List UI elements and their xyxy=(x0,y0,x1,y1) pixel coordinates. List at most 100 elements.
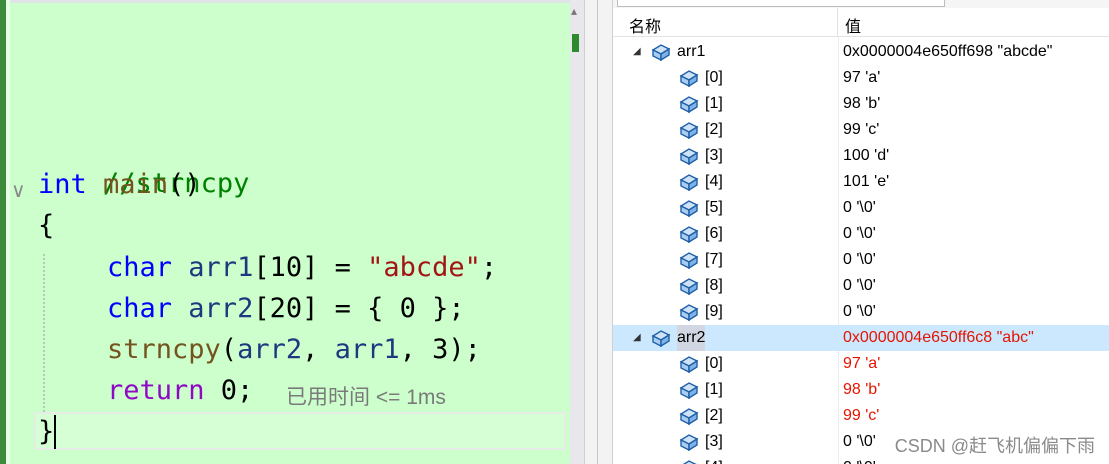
indent-guide xyxy=(43,254,45,424)
splitter-line xyxy=(597,0,598,464)
watch-row[interactable]: ◢ arr2 0x0000004e650ff6c8 "abc" xyxy=(613,325,1109,351)
watch-row[interactable]: [0] 97 'a' xyxy=(613,65,1109,91)
watch-header: 名称 值 xyxy=(613,8,1109,37)
keyword-char: char xyxy=(107,252,173,283)
watch-row[interactable]: [0] 97 'a' xyxy=(613,351,1109,377)
watch-row[interactable]: [3] 100 'd' xyxy=(613,143,1109,169)
arr1-index: [10] = xyxy=(253,252,368,283)
code-line-main-signature[interactable]: int main() xyxy=(38,165,201,205)
watch-item-value[interactable]: 0 '\0' xyxy=(843,455,876,464)
watch-row[interactable]: [5] 0 '\0' xyxy=(613,195,1109,221)
watch-item-name: [1] xyxy=(705,95,723,112)
watch-row[interactable]: [8] 0 '\0' xyxy=(613,273,1109,299)
watch-item-name: arr2 xyxy=(677,325,706,351)
watch-item-value[interactable]: 98 'b' xyxy=(843,377,880,403)
watch-item-name: [4] xyxy=(705,173,723,190)
code-line-arr2-decl[interactable]: char arr2[20] = { 0 }; xyxy=(107,289,465,329)
watch-item-value[interactable]: 0 '\0' xyxy=(843,299,876,325)
code-line-return[interactable]: return 0; xyxy=(107,371,253,411)
column-separator[interactable] xyxy=(837,8,838,36)
watch-row[interactable]: ◢ arr1 0x0000004e650ff698 "abcde" xyxy=(613,39,1109,65)
variable-icon xyxy=(679,303,699,322)
editor-vertical-scrollbar[interactable]: ▴ xyxy=(570,0,584,464)
watch-item-name: [9] xyxy=(705,303,723,320)
watch-item-name: [2] xyxy=(705,121,723,138)
watch-item-name: [8] xyxy=(705,277,723,294)
watch-item-value[interactable]: 97 'a' xyxy=(843,351,880,377)
watch-item-value[interactable]: 0 '\0' xyxy=(843,273,876,299)
watch-row[interactable]: [1] 98 'b' xyxy=(613,91,1109,117)
watch-item-name: [4] xyxy=(705,455,723,464)
watch-row[interactable]: [9] 0 '\0' xyxy=(613,299,1109,325)
variable-icon xyxy=(651,329,671,348)
watch-item-value[interactable]: 98 'b' xyxy=(843,91,880,117)
variable-icon xyxy=(679,199,699,218)
keyword-char: char xyxy=(107,293,173,324)
call-rest: , 3); xyxy=(399,334,481,365)
variable-icon xyxy=(679,355,699,374)
watch-item-value[interactable]: 101 'e' xyxy=(843,169,889,195)
watch-item-value[interactable]: 0 '\0' xyxy=(843,195,876,221)
watch-row[interactable]: [6] 0 '\0' xyxy=(613,221,1109,247)
watch-item-name: arr1 xyxy=(677,43,706,60)
variable-icon xyxy=(679,69,699,88)
watch-item-value[interactable]: 0 '\0' xyxy=(843,429,876,455)
code-editor[interactable]: //strncpy ∨ int main() { char arr1[10] =… xyxy=(0,0,570,464)
watch-item-name: [1] xyxy=(705,381,723,398)
current-line-highlight xyxy=(34,412,566,450)
watch-item-value[interactable]: 97 'a' xyxy=(843,65,880,91)
watch-item-value[interactable]: 0x0000004e650ff6c8 "abc" xyxy=(843,325,1034,351)
watch-row[interactable]: [1] 98 'b' xyxy=(613,377,1109,403)
watch-row[interactable]: [2] 99 'c' xyxy=(613,117,1109,143)
function-main: main xyxy=(103,169,169,200)
watch-item-name: [0] xyxy=(705,69,723,86)
watch-item-value[interactable]: 99 'c' xyxy=(843,117,879,143)
watch-item-value[interactable]: 0 '\0' xyxy=(843,247,876,273)
code-line-open-brace[interactable]: { xyxy=(38,206,54,246)
gutter xyxy=(6,0,10,464)
keyword-return: return xyxy=(107,375,205,406)
open-paren: ( xyxy=(220,334,238,365)
var-arr2: arr2 xyxy=(188,293,254,324)
code-line-comment[interactable]: //strncpy xyxy=(38,124,249,199)
variable-icon xyxy=(679,95,699,114)
watch-row[interactable]: [7] 0 '\0' xyxy=(613,247,1109,273)
watch-item-value[interactable]: 0x0000004e650ff698 "abcde" xyxy=(843,39,1052,65)
variable-icon xyxy=(679,147,699,166)
watch-item-value[interactable]: 0 '\0' xyxy=(843,221,876,247)
pane-splitter[interactable] xyxy=(584,0,613,464)
expand-toggle-icon[interactable]: ◢ xyxy=(633,325,641,351)
watch-item-name: [5] xyxy=(705,199,723,216)
arr2-init: [20] = { 0 }; xyxy=(253,293,465,324)
watch-row[interactable]: [4] 101 'e' xyxy=(613,169,1109,195)
watch-window[interactable]: 名称 值 ◢ arr1 0x0000004e650ff698 "abcde" [0] 9… xyxy=(612,0,1109,464)
variable-icon xyxy=(679,225,699,244)
column-header-name[interactable]: 名称 xyxy=(629,13,661,37)
return-value: 0; xyxy=(204,375,254,406)
column-header-value[interactable]: 值 xyxy=(845,13,861,37)
collapse-chevron-icon[interactable]: ∨ xyxy=(11,178,26,202)
arg-arr1: arr1 xyxy=(334,334,400,365)
arg-separator: , xyxy=(302,334,335,365)
var-arr1: arr1 xyxy=(188,252,254,283)
csdn-watermark: CSDN @赶飞机偏偏下雨 xyxy=(894,432,1095,458)
watch-item-value[interactable]: 99 'c' xyxy=(843,403,879,429)
variable-icon xyxy=(679,277,699,296)
expand-toggle-icon[interactable]: ◢ xyxy=(633,39,641,65)
perf-tip-elapsed[interactable]: 已用时间 <= 1ms xyxy=(286,381,446,411)
code-line-arr1-decl[interactable]: char arr1[10] = "abcde"; xyxy=(107,248,497,288)
semicolon: ; xyxy=(480,252,498,283)
variable-icon xyxy=(679,381,699,400)
text-caret xyxy=(54,415,56,449)
code-line-close-brace[interactable]: } xyxy=(38,412,54,452)
variable-icon xyxy=(679,121,699,140)
code-line-strncpy-call[interactable]: strncpy(arr2, arr1, 3); xyxy=(107,330,481,370)
keyword-int: int xyxy=(38,169,87,200)
watch-item-value[interactable]: 100 'd' xyxy=(843,143,889,169)
watch-item-name: [7] xyxy=(705,251,723,268)
watch-search-input[interactable] xyxy=(617,0,945,7)
open-brace: { xyxy=(38,210,55,241)
main-parens: () xyxy=(168,169,201,200)
watch-row[interactable]: [2] 99 'c' xyxy=(613,403,1109,429)
scroll-up-arrow-icon[interactable]: ▴ xyxy=(571,4,577,18)
